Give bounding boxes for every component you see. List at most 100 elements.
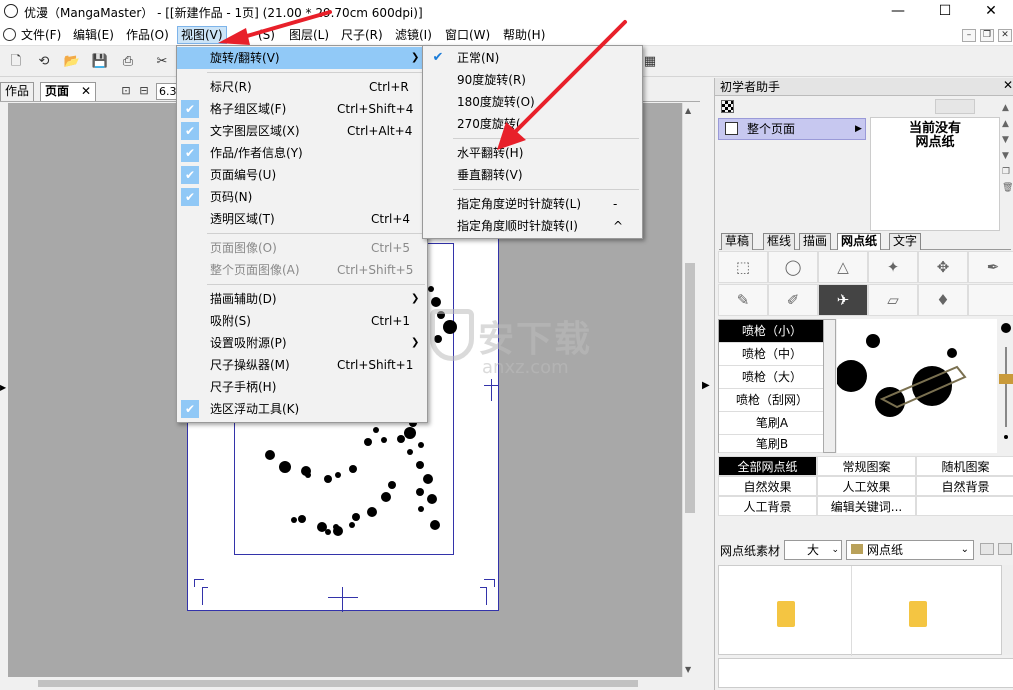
submenu-item-rotate-90[interactable]: 90度旋转(R) [423, 69, 642, 91]
print-icon[interactable]: ⎙ [118, 52, 138, 72]
grid-icon[interactable]: ▦ [640, 52, 660, 72]
menu-item-transparent-area[interactable]: 透明区域(T) Ctrl+4 [177, 208, 427, 230]
menu-item-whole-page-image[interactable]: 整个页面图像(A) Ctrl+Shift+5 [177, 259, 427, 281]
menu-edit[interactable]: 编辑(E) [70, 26, 117, 44]
folder-up-icon[interactable] [980, 543, 994, 555]
brush-item[interactable]: 喷枪（中） [719, 343, 825, 366]
material-size-select[interactable]: 大 ⌄ [784, 540, 842, 560]
pen-icon[interactable]: ✒ [968, 251, 1013, 283]
hscroll-thumb[interactable] [38, 680, 638, 687]
menu-item-drawing-assist[interactable]: 描画辅助(D) ❯ [177, 288, 427, 310]
menu-item-snap[interactable]: 吸附(S) Ctrl+1 [177, 310, 427, 332]
tone-category[interactable]: 自然效果 [718, 476, 817, 496]
submenu-item-rotate-180[interactable]: 180度旋转(O) [423, 91, 642, 113]
brush-list-scrollbar[interactable] [823, 319, 836, 453]
collapse-right-icon[interactable]: ▶ [702, 380, 710, 391]
mdi-restore-button[interactable]: ❐ [980, 29, 994, 42]
submenu-item-flip-vertical[interactable]: 垂直翻转(V) [423, 164, 642, 186]
open-folder-icon[interactable]: 📂 [62, 52, 82, 72]
cut-icon[interactable]: ✂ [152, 52, 172, 72]
tab-frame[interactable]: 框线 [763, 233, 796, 250]
maximize-button[interactable]: ☐ [922, 0, 968, 24]
menu-item-rotate-flip[interactable]: 旋转/翻转(V) ❯ [177, 47, 427, 69]
brush-item[interactable]: 喷枪（大） [719, 366, 825, 389]
rect-select-icon[interactable]: ⬚ [718, 251, 768, 283]
tone-category[interactable]: 编辑关键词... [817, 496, 916, 516]
submenu-item-rotate-ccw-angle[interactable]: 指定角度逆时针旋转(L) - [423, 193, 642, 215]
polygon-select-icon[interactable]: △ [818, 251, 868, 283]
menu-file[interactable]: 文件(F) [18, 26, 64, 44]
trash-icon[interactable]: 🗑 [1002, 180, 1013, 196]
move-down-icon[interactable]: ▼ [1002, 132, 1013, 148]
tab-draft[interactable]: 草稿 [721, 233, 754, 250]
new-work-icon[interactable]: ⟲ [34, 52, 54, 72]
new-page-icon[interactable]: 🗋 [6, 52, 26, 72]
menu-item-page-image[interactable]: 页面图像(O) Ctrl+5 [177, 237, 427, 259]
menu-item-frame-area[interactable]: ✔ 格子组区域(F) Ctrl+Shift+4 [177, 98, 427, 120]
menu-item-ruler-manipulator[interactable]: 尺子操纵器(M) Ctrl+Shift+1 [177, 354, 427, 376]
submenu-item-normal[interactable]: ✔ 正常(N) [423, 47, 642, 69]
menu-filter[interactable]: 滤镜(I) [392, 26, 435, 44]
move-up-icon[interactable]: ▲ [1002, 116, 1013, 132]
tab-close-icon[interactable]: ✕ [81, 83, 91, 100]
panel-field[interactable] [935, 99, 975, 114]
menu-select[interactable]: (S) [255, 26, 278, 44]
menu-layer[interactable]: 图层(L) [286, 26, 332, 44]
blank-tool[interactable] [968, 284, 1013, 316]
pencil-icon[interactable]: ✎ [718, 284, 768, 316]
tone-category[interactable]: 人工效果 [817, 476, 916, 496]
menu-ruler[interactable]: 尺子(R) [338, 26, 386, 44]
transparency-icon[interactable] [721, 100, 734, 113]
scrollbar-thumb[interactable] [685, 263, 695, 513]
panel-close-icon[interactable]: ✕ [1003, 78, 1013, 92]
tab-page[interactable]: 页面 ✕ [40, 82, 96, 101]
menu-item-text-layer-area[interactable]: ✔ 文字图层区域(X) Ctrl+Alt+4 [177, 120, 427, 142]
submenu-item-rotate-270[interactable]: 270度旋转( [423, 113, 642, 135]
move-icon[interactable]: ✥ [918, 251, 968, 283]
tone-category[interactable]: 常规图案 [817, 456, 916, 476]
tab-work[interactable]: 作品 [0, 82, 35, 101]
brush-size-slider[interactable] [999, 319, 1013, 453]
menu-window[interactable]: 窗口(W) [442, 26, 493, 44]
brush-item[interactable]: 笔刷B [719, 435, 825, 453]
tone-category[interactable]: 自然背景 [916, 476, 1013, 496]
folder-icon[interactable] [777, 601, 795, 627]
tone-category[interactable]: 人工背景 [718, 496, 817, 516]
tone-category[interactable]: 随机图案 [916, 456, 1013, 476]
tone-category[interactable] [916, 496, 1013, 516]
zoom-out-icon[interactable]: ⊟ [134, 81, 154, 101]
tone-category[interactable]: 全部网点纸 [718, 456, 817, 476]
left-collapse-strip[interactable]: ▶ [0, 103, 8, 690]
brush-item[interactable]: 喷枪（小） [719, 320, 825, 343]
slider-thumb[interactable] [999, 374, 1013, 384]
expand-left-icon[interactable]: ▶ [0, 383, 6, 392]
menu-item-selection-float-tool[interactable]: ✔ 选区浮动工具(K) [177, 398, 427, 420]
folder-view-icon[interactable] [998, 543, 1012, 555]
folder-icon[interactable] [909, 601, 927, 627]
fill-icon[interactable]: ♦ [918, 284, 968, 316]
eraser-icon[interactable]: ▱ [868, 284, 918, 316]
menu-item-ruler[interactable]: 标尺(R) Ctrl+R [177, 76, 427, 98]
marker-icon[interactable]: ✐ [768, 284, 818, 316]
tab-tone[interactable]: 网点纸 [837, 233, 882, 250]
canvas-vertical-scrollbar[interactable]: ▲ ▼ [682, 103, 696, 677]
scroll-up-icon[interactable]: ▲ [685, 106, 691, 115]
menu-help[interactable]: 帮助(H) [500, 26, 548, 44]
arrow-up-icon[interactable]: ▲ [1002, 100, 1013, 116]
menu-item-page-number[interactable]: ✔ 页面编号(U) [177, 164, 427, 186]
minimize-button[interactable]: — [875, 0, 921, 24]
mdi-close-button[interactable]: ✕ [998, 29, 1012, 42]
submenu-item-flip-horizontal[interactable]: 水平翻转(H) [423, 142, 642, 164]
menu-item-snap-source[interactable]: 设置吸附源(P) ❯ [177, 332, 427, 354]
page-scope-select[interactable]: 整个页面 ▶ [718, 118, 866, 140]
copy-icon[interactable]: ❐ [1002, 164, 1013, 180]
menu-work[interactable]: 作品(O) [123, 26, 172, 44]
arrow-down-icon[interactable]: ▼ [1002, 148, 1013, 164]
scroll-down-icon[interactable]: ▼ [685, 665, 691, 674]
menu-item-author-info[interactable]: ✔ 作品/作者信息(Y) [177, 142, 427, 164]
folder-scrollbar[interactable] [1002, 565, 1013, 655]
mdi-minimize-button[interactable]: – [962, 29, 976, 42]
tab-draw[interactable]: 描画 [799, 233, 832, 250]
tab-text[interactable]: 文字 [889, 233, 922, 250]
airbrush-icon[interactable]: ✈ [818, 284, 868, 316]
